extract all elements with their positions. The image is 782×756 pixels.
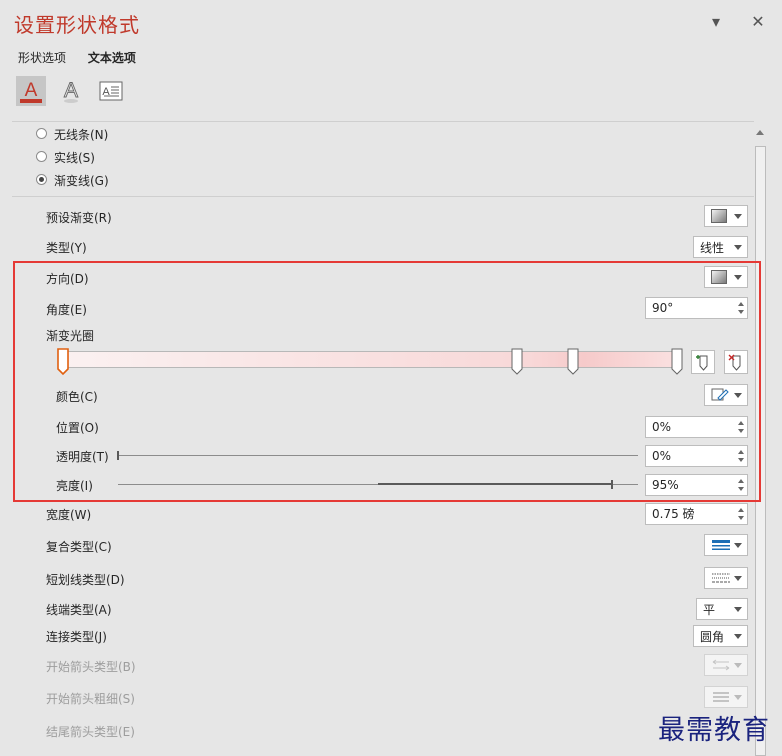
gradient-stop-marker-icon	[57, 348, 69, 376]
gradient-stop-3[interactable]	[671, 348, 683, 375]
brightness-slider-fill	[378, 483, 611, 485]
gradient-stops-label: 渐变光圈	[46, 329, 95, 343]
radio-gradient-line[interactable]	[36, 174, 47, 185]
gradient-type-dropdown[interactable]: 线性	[693, 236, 748, 258]
close-button[interactable]: ✕	[748, 12, 768, 32]
gradient-stop-1[interactable]	[511, 348, 523, 375]
direction-dropdown[interactable]	[704, 266, 748, 288]
brightness-spinner[interactable]: 95%	[645, 474, 748, 496]
text-effects-icon[interactable]: A	[56, 76, 86, 106]
gradient-stop-marker-icon	[511, 348, 523, 375]
width-spinner[interactable]: 0.75 磅	[645, 503, 748, 525]
gradient-type-value: 线性	[700, 240, 725, 255]
transparency-slider-thumb[interactable]	[117, 451, 119, 460]
no-line-label: 无线条(N)	[54, 128, 109, 142]
cap-type-label: 线端类型(A)	[46, 603, 112, 617]
tab-text-options[interactable]: 文本选项	[88, 51, 136, 65]
brightness-label: 亮度(I)	[56, 479, 93, 493]
gradient-stop-marker-icon	[671, 348, 683, 375]
arrow-type-icon	[712, 659, 730, 671]
position-value: 0%	[652, 420, 672, 434]
header-divider	[12, 121, 754, 122]
svg-text:A: A	[25, 80, 38, 101]
brightness-value: 95%	[652, 478, 679, 492]
add-gradient-stop-icon	[696, 355, 708, 371]
dash-type-label: 短划线类型(D)	[46, 573, 125, 587]
remove-stop-button[interactable]	[724, 350, 748, 374]
gradient-stop-0[interactable]	[57, 348, 69, 376]
gradient-stop-2[interactable]	[567, 348, 579, 375]
transparency-value: 0%	[652, 449, 672, 463]
textbox-icon[interactable]: A	[96, 76, 126, 106]
section-divider	[12, 196, 754, 197]
angle-label: 角度(E)	[46, 303, 87, 317]
width-label: 宽度(W)	[46, 508, 92, 522]
angle-value: 90°	[652, 301, 674, 315]
join-type-value: 圆角	[700, 629, 725, 644]
outline-pen-icon	[711, 388, 729, 401]
transparency-slider[interactable]	[118, 455, 638, 456]
arrow-size-icon	[713, 692, 729, 702]
gradient-stop-marker-icon	[567, 348, 579, 375]
brightness-slider-thumb[interactable]	[611, 480, 613, 489]
width-value: 0.75 磅	[652, 507, 695, 521]
panel-options-dropdown[interactable]: ▾	[706, 12, 726, 32]
cap-type-dropdown[interactable]: 平	[696, 598, 748, 620]
preset-gradient-dropdown[interactable]	[704, 205, 748, 227]
radio-solid-line[interactable]	[36, 151, 47, 162]
dash-lines-icon	[712, 573, 730, 583]
gradient-type-label: 类型(Y)	[46, 241, 87, 255]
begin-arrow-type-label: 开始箭头类型(B)	[46, 660, 136, 674]
remove-gradient-stop-icon	[728, 354, 741, 371]
cap-type-value: 平	[703, 602, 716, 617]
transparency-label: 透明度(T)	[56, 450, 109, 464]
radio-no-line[interactable]	[36, 128, 47, 139]
position-spinner[interactable]: 0%	[645, 416, 748, 438]
dash-type-dropdown[interactable]	[704, 567, 748, 589]
compound-lines-icon	[712, 540, 730, 550]
begin-arrow-size-dropdown[interactable]	[704, 686, 748, 708]
transparency-spinner[interactable]: 0%	[645, 445, 748, 467]
gradient-stops-bar[interactable]	[63, 351, 677, 368]
solid-line-label: 实线(S)	[54, 151, 95, 165]
angle-spinner[interactable]: 90°	[645, 297, 748, 319]
watermark-text: 最需教育	[658, 715, 770, 746]
begin-arrow-type-dropdown[interactable]	[704, 654, 748, 676]
color-dropdown[interactable]	[704, 384, 748, 406]
join-type-dropdown[interactable]: 圆角	[693, 625, 748, 647]
join-type-label: 连接类型(J)	[46, 630, 107, 644]
add-stop-button[interactable]	[691, 350, 715, 374]
tab-shape-options[interactable]: 形状选项	[18, 51, 66, 65]
direction-label: 方向(D)	[46, 272, 89, 286]
text-fill-outline-icon[interactable]: A	[16, 76, 46, 106]
compound-type-label: 复合类型(C)	[46, 540, 112, 554]
color-label: 颜色(C)	[56, 390, 98, 404]
svg-text:A: A	[64, 79, 78, 102]
preset-gradient-label: 预设渐变(R)	[46, 211, 112, 225]
begin-arrow-size-label: 开始箭头粗细(S)	[46, 692, 135, 706]
position-label: 位置(O)	[56, 421, 99, 435]
panel-title: 设置形状格式	[14, 13, 140, 37]
options-tabs: 形状选项 文本选项	[18, 49, 154, 66]
compound-type-dropdown[interactable]	[704, 534, 748, 556]
direction-swatch-icon	[711, 270, 727, 284]
end-arrow-type-label: 结尾箭头类型(E)	[46, 725, 135, 739]
gradient-line-label: 渐变线(G)	[54, 174, 109, 188]
gradient-swatch-icon	[711, 209, 727, 223]
scroll-up-icon[interactable]	[756, 130, 764, 135]
